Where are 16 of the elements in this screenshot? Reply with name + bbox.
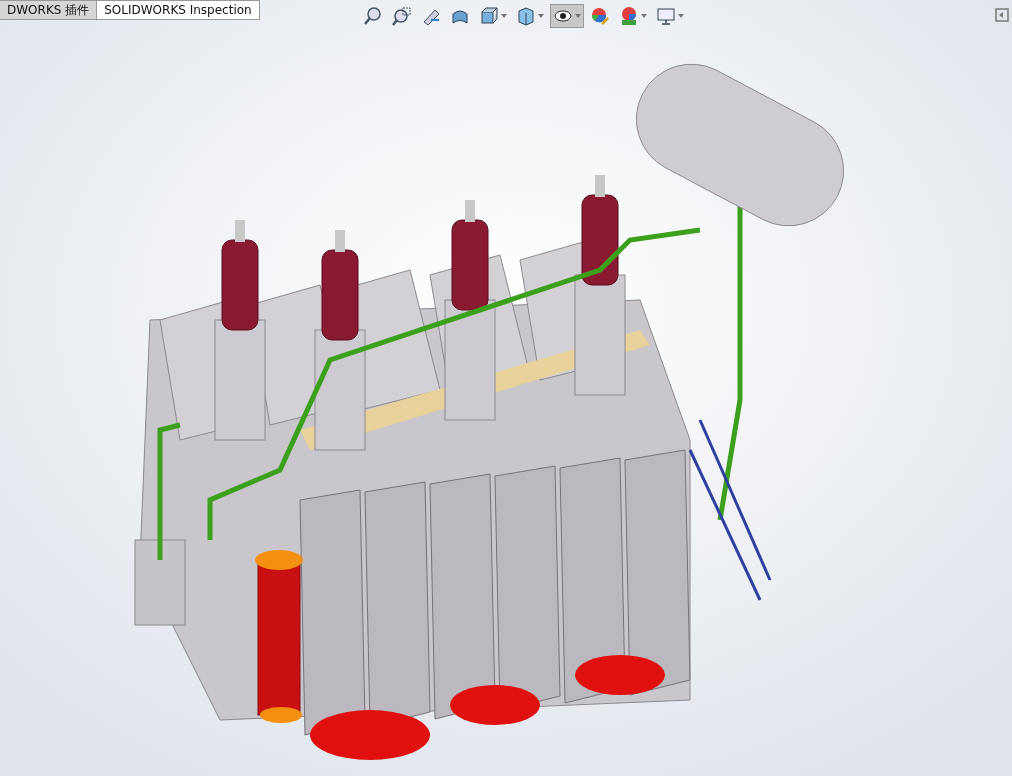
caret-icon bbox=[641, 14, 647, 18]
caret-icon bbox=[575, 14, 581, 18]
ribbon-tab[interactable]: SOLIDWORKS Inspection bbox=[96, 0, 260, 20]
cube-icon bbox=[479, 6, 499, 26]
hide-show-button[interactable] bbox=[550, 4, 584, 28]
color-wheel-icon bbox=[590, 6, 610, 26]
shaded-box-icon bbox=[516, 6, 536, 26]
scene-icon bbox=[619, 6, 639, 26]
caret-icon bbox=[538, 14, 544, 18]
monitor-icon bbox=[656, 6, 676, 26]
magnifier-icon bbox=[363, 6, 383, 26]
caret-icon bbox=[678, 14, 684, 18]
panel-collapse-icon[interactable] bbox=[995, 8, 1009, 22]
ribbon-tab[interactable]: DWORKS 插件 bbox=[0, 0, 98, 20]
caret-icon bbox=[501, 14, 507, 18]
zoom-area-icon bbox=[392, 6, 412, 26]
